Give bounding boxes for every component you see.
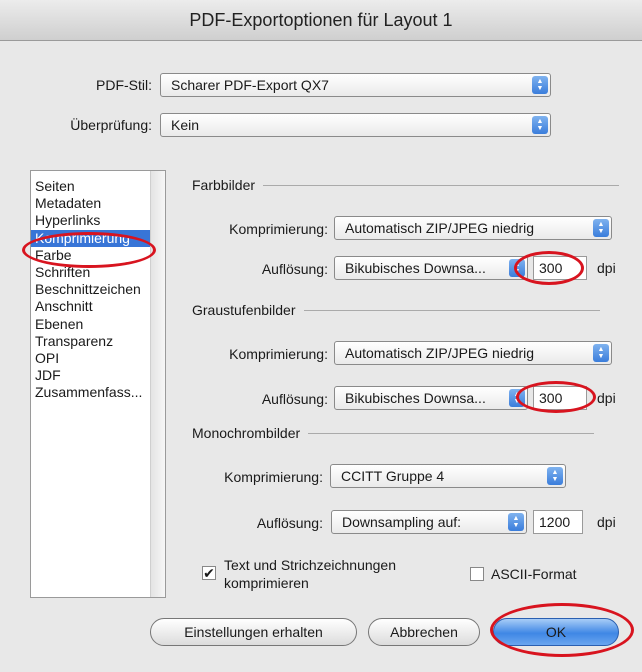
updown-arrows-icon: ▲ ▼ — [593, 344, 609, 362]
section-divider — [303, 309, 600, 311]
sidebar-item[interactable]: Schriften — [31, 264, 165, 281]
graustufenbilder-section-title: Graustufenbilder — [192, 302, 600, 318]
updown-arrows-icon: ▲ ▼ — [593, 219, 609, 237]
pdf-stil-label: PDF-Stil: — [96, 77, 152, 93]
window-title: PDF-Exportoptionen für Layout 1 — [0, 0, 642, 41]
ueberpruefung-select[interactable]: Kein ▲ ▼ — [160, 113, 551, 137]
sidebar-item[interactable]: Beschnittzeichen — [31, 281, 165, 298]
sidebar-item[interactable]: Komprimierung — [31, 229, 165, 247]
text-compress-label-line2: komprimieren — [224, 575, 309, 591]
farbbilder-komprimierung-select[interactable]: Automatisch ZIP/JPEG niedrig ▲ ▼ — [334, 216, 612, 240]
sidebar-item[interactable]: Metadaten — [31, 195, 165, 212]
cancel-button[interactable]: Abbrechen — [368, 618, 480, 646]
monochrombilder-komprimierung-value: CCITT Gruppe 4 — [341, 468, 445, 484]
graustufenbilder-aufloesung-label: Auflösung: — [261, 391, 328, 407]
pdf-stil-value: Scharer PDF-Export QX7 — [171, 77, 329, 93]
ueberpruefung-label: Überprüfung: — [70, 117, 152, 133]
farbbilder-title: Farbbilder — [192, 177, 256, 193]
sidebar-item[interactable]: Farbe — [31, 247, 165, 264]
farbbilder-dpi-unit: dpi — [597, 260, 616, 276]
monochrombilder-dpi-input[interactable]: 1200 — [533, 510, 583, 534]
updown-arrows-icon: ▲ ▼ — [509, 259, 525, 277]
graustufenbilder-komprimierung-value: Automatisch ZIP/JPEG niedrig — [345, 345, 535, 361]
farbbilder-section-title: Farbbilder — [192, 177, 620, 193]
updown-arrows-icon: ▲ ▼ — [532, 116, 548, 134]
monochrombilder-komprimierung-select[interactable]: CCITT Gruppe 4 ▲ ▼ — [330, 464, 566, 488]
graustufenbilder-dpi-unit: dpi — [597, 390, 616, 406]
ok-button[interactable]: OK — [493, 618, 619, 646]
category-list[interactable]: Seiten Metadaten Hyperlinks Komprimierung Fa… — [30, 170, 166, 598]
monochrombilder-dpi-unit: dpi — [597, 514, 616, 530]
section-divider — [263, 184, 620, 186]
graustufenbilder-aufloesung-select[interactable]: Bikubisches Downsa... ▲ ▼ — [334, 386, 528, 410]
farbbilder-aufloesung-value: Bikubisches Downsa... — [345, 260, 486, 276]
monochrombilder-komprimierung-label: Komprimierung: — [224, 469, 323, 485]
ueberpruefung-value: Kein — [171, 117, 200, 133]
text-compress-label-line1: Text und Strichzeichnungen — [224, 557, 396, 573]
sidebar-scrollbar[interactable] — [150, 171, 165, 597]
updown-arrows-icon: ▲ ▼ — [509, 389, 525, 407]
text-compress-label: Text und Strichzeichnungen komprimieren — [224, 556, 396, 592]
graustufenbilder-komprimierung-label: Komprimierung: — [229, 346, 328, 362]
section-divider — [308, 432, 595, 434]
monochrombilder-title: Monochrombilder — [192, 425, 301, 441]
ascii-format-checkbox[interactable] — [470, 567, 484, 581]
sidebar-item[interactable]: JDF — [31, 367, 165, 384]
sidebar-item[interactable]: Ebenen — [31, 316, 165, 333]
text-compress-checkbox[interactable]: ✔ — [202, 566, 216, 580]
farbbilder-komprimierung-value: Automatisch ZIP/JPEG niedrig — [345, 220, 535, 236]
sidebar-item[interactable]: Hyperlinks — [31, 212, 165, 229]
monochrombilder-aufloesung-value: Downsampling auf: — [342, 514, 462, 530]
sidebar-item[interactable]: Seiten — [31, 178, 165, 195]
checkmark-icon: ✔ — [203, 565, 215, 581]
updown-arrows-icon: ▲ ▼ — [532, 76, 548, 94]
farbbilder-dpi-input[interactable]: 300 — [533, 256, 587, 280]
updown-arrows-icon: ▲ ▼ — [547, 467, 563, 485]
sidebar-item[interactable]: Transparenz — [31, 333, 165, 350]
pdf-stil-select[interactable]: Scharer PDF-Export QX7 ▲ ▼ — [160, 73, 551, 97]
graustufenbilder-komprimierung-select[interactable]: Automatisch ZIP/JPEG niedrig ▲ ▼ — [334, 341, 612, 365]
farbbilder-aufloesung-label: Auflösung: — [261, 261, 328, 277]
monochrombilder-section-title: Monochrombilder — [192, 425, 595, 441]
updown-arrows-icon: ▲ ▼ — [508, 513, 524, 531]
farbbilder-aufloesung-select[interactable]: Bikubisches Downsa... ▲ ▼ — [334, 256, 528, 280]
sidebar-item[interactable]: OPI — [31, 350, 165, 367]
monochrombilder-aufloesung-label: Auflösung: — [256, 515, 323, 531]
graustufenbilder-title: Graustufenbilder — [192, 302, 296, 318]
sidebar-item[interactable]: Zusammenfass... — [31, 384, 165, 401]
farbbilder-komprimierung-label: Komprimierung: — [229, 221, 328, 237]
monochrombilder-aufloesung-select[interactable]: Downsampling auf: ▲ ▼ — [331, 510, 527, 534]
ascii-format-label: ASCII-Format — [491, 566, 577, 582]
keep-settings-button[interactable]: Einstellungen erhalten — [150, 618, 357, 646]
graustufenbilder-aufloesung-value: Bikubisches Downsa... — [345, 390, 486, 406]
sidebar-item[interactable]: Anschnitt — [31, 298, 165, 315]
graustufenbilder-dpi-input[interactable]: 300 — [533, 386, 587, 410]
